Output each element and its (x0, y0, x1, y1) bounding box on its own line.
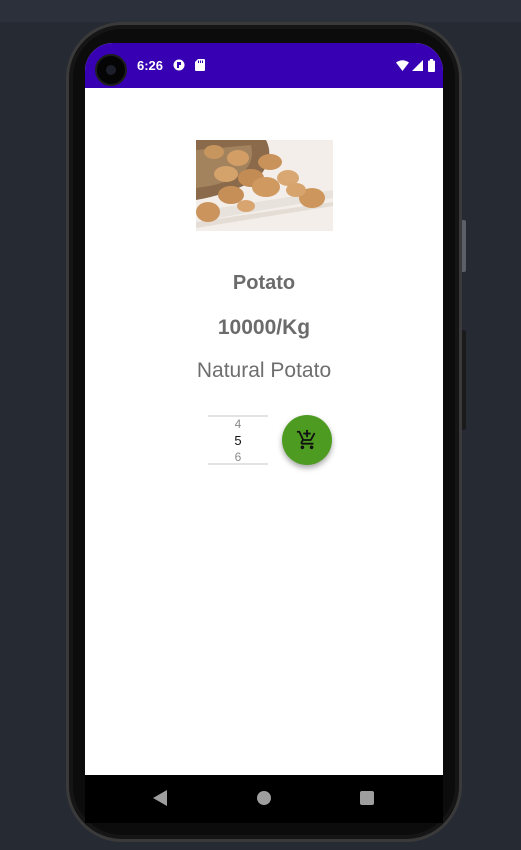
notification-icon (173, 59, 185, 71)
picker-current-value[interactable]: 5 (208, 433, 268, 448)
add-to-cart-button[interactable] (282, 415, 332, 465)
sd-card-icon (195, 59, 205, 71)
wifi-icon (396, 60, 409, 71)
add-shopping-cart-icon (296, 429, 316, 450)
product-title: Potato (232, 272, 296, 294)
home-icon[interactable] (257, 791, 271, 805)
picker-prev-value[interactable]: 4 (208, 417, 268, 431)
navigation-bar (85, 775, 443, 823)
status-bar: 6:26 (85, 43, 443, 88)
product-price: 10000/Kg (217, 316, 311, 339)
status-time: 6:26 (137, 58, 164, 73)
recents-icon[interactable] (360, 791, 374, 805)
picker-divider-bottom (208, 463, 268, 465)
power-button (462, 220, 466, 272)
app-screen: 6:26 Potato 10000/Kg Natural Potato 4 5 … (85, 43, 443, 775)
potato-image (196, 140, 333, 231)
volume-button (462, 330, 466, 430)
window-top-strip (0, 0, 521, 22)
battery-icon (428, 59, 435, 72)
signal-icon (412, 60, 423, 71)
picker-next-value[interactable]: 6 (208, 450, 268, 464)
quantity-picker[interactable]: 4 5 6 (208, 415, 268, 465)
front-camera (95, 54, 127, 86)
product-description: Natural Potato (196, 359, 332, 382)
back-icon[interactable] (153, 790, 167, 806)
